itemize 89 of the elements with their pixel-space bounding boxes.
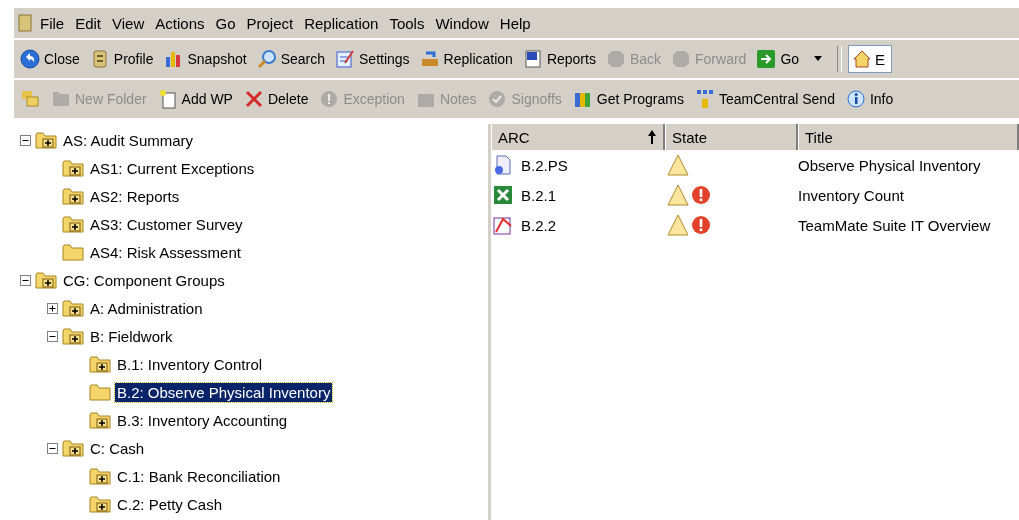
tree-item[interactable]: B.1: Inventory Control bbox=[115, 354, 265, 374]
folder-plus-icon bbox=[89, 354, 111, 374]
collapse-icon bbox=[20, 134, 31, 146]
new-page-icon bbox=[157, 89, 178, 109]
toolbar-button[interactable]: Profile bbox=[87, 49, 156, 69]
toolbar-button[interactable]: Replication bbox=[417, 49, 515, 69]
exclamation-circle-icon bbox=[319, 89, 340, 109]
folder-plus-icon bbox=[62, 298, 84, 318]
toolbar-button[interactable]: Get Programs bbox=[570, 89, 686, 109]
menu-item[interactable]: Edit bbox=[72, 14, 105, 32]
tree-item[interactable]: AS4: Risk Assessment bbox=[88, 242, 243, 262]
exclamation-icon bbox=[691, 215, 711, 235]
collapse-icon bbox=[47, 442, 58, 454]
collapse-icon bbox=[47, 330, 58, 342]
menu-item[interactable]: Go bbox=[212, 14, 239, 32]
folders-icon bbox=[20, 89, 40, 109]
address-field[interactable]: E bbox=[848, 45, 893, 73]
word-document-icon bbox=[522, 49, 543, 69]
expand-icon bbox=[47, 302, 58, 314]
tree-item[interactable]: C.2: Petty Cash bbox=[115, 494, 225, 514]
folder-icon bbox=[51, 89, 71, 109]
toolbar-button[interactable]: Snapshot bbox=[161, 49, 249, 69]
tree-item[interactable]: C.1: Bank Reconciliation bbox=[115, 466, 283, 486]
tree-item[interactable]: B.3: Inventory Accounting bbox=[115, 410, 290, 430]
folder-plus-icon bbox=[62, 186, 84, 206]
column-header[interactable]: State bbox=[665, 124, 798, 150]
tree-item[interactable]: B: Fieldwork bbox=[88, 326, 175, 346]
tree-item[interactable]: AS3: Customer Survey bbox=[88, 214, 245, 234]
tree-item[interactable]: C: Cash bbox=[88, 438, 147, 458]
table-cell: B.2.PS bbox=[521, 156, 568, 174]
column-header[interactable]: Title bbox=[798, 124, 1019, 150]
folder-plus-icon bbox=[35, 270, 57, 290]
octagon-icon bbox=[605, 49, 626, 69]
toolbar-button[interactable]: Close bbox=[18, 49, 82, 69]
table-cell-text: Observe Physical Inventory bbox=[798, 156, 982, 174]
network-icon bbox=[694, 89, 715, 109]
form-edit-icon bbox=[335, 49, 355, 69]
column-header[interactable]: ARC bbox=[491, 124, 665, 150]
menu-item[interactable]: Window bbox=[432, 14, 492, 32]
table-cell: B.2.1 bbox=[521, 186, 557, 204]
folder-plus-icon bbox=[62, 438, 84, 458]
arrow-right-icon bbox=[756, 49, 777, 69]
folder-plus-icon bbox=[62, 158, 84, 178]
menu-item[interactable]: Help bbox=[496, 14, 534, 32]
warning-triangle-icon bbox=[667, 214, 689, 236]
folder-icon bbox=[62, 242, 84, 262]
toolbar-button[interactable]: Settings bbox=[333, 49, 412, 69]
toolbar-button[interactable]: Delete bbox=[241, 89, 311, 109]
menu-item[interactable]: File bbox=[37, 14, 68, 32]
table-cell: B.2.2 bbox=[521, 216, 557, 234]
tree-item[interactable]: B.2: Observe Physical Inventory bbox=[115, 382, 333, 402]
tree-item[interactable]: A: Administration bbox=[88, 298, 205, 318]
folder-plus-icon bbox=[35, 130, 57, 150]
table-cell-text: TeamMate Suite IT Overview bbox=[798, 216, 992, 234]
toolbar-button[interactable]: Info bbox=[843, 89, 896, 109]
clipboard-icon bbox=[18, 13, 32, 33]
toolbar-button[interactable]: Add WP bbox=[155, 89, 235, 109]
folder-plus-icon bbox=[62, 326, 84, 346]
delete-icon bbox=[243, 89, 264, 109]
menu-item[interactable]: Actions bbox=[152, 14, 208, 32]
menu-item[interactable]: Project bbox=[243, 14, 297, 32]
warning-triangle-icon bbox=[667, 154, 689, 176]
folder-plus-icon bbox=[89, 466, 111, 486]
folder-plus-icon bbox=[89, 410, 111, 430]
sort-arrow-up-icon bbox=[647, 129, 657, 145]
tree-item[interactable]: AS2: Reports bbox=[88, 186, 182, 206]
tree-item[interactable]: AS: Audit Summary bbox=[61, 130, 196, 150]
toolbar-button[interactable]: Reports bbox=[520, 49, 598, 69]
collapse-icon bbox=[20, 274, 31, 286]
info-icon bbox=[845, 89, 866, 109]
menu-item[interactable]: View bbox=[109, 14, 148, 32]
menu-item[interactable]: Tools bbox=[386, 14, 428, 32]
warning-triangle-icon bbox=[667, 184, 689, 206]
table-cell-text: Inventory Count bbox=[798, 186, 905, 204]
exclamation-icon bbox=[691, 185, 711, 205]
octagon-icon bbox=[671, 49, 692, 69]
folder-icon bbox=[89, 382, 111, 402]
folder-plus-icon bbox=[89, 494, 111, 514]
toolbar-button[interactable]: Go bbox=[754, 49, 826, 69]
tree-item[interactable]: AS1: Current Exceptions bbox=[88, 158, 257, 178]
check-circle-icon bbox=[487, 89, 508, 109]
menu-item[interactable]: Replication bbox=[301, 14, 382, 32]
toolbar-button[interactable]: Search bbox=[254, 49, 327, 69]
toolbar-button[interactable]: TeamCentral Send bbox=[692, 89, 837, 109]
search-icon bbox=[256, 49, 277, 69]
tree-item[interactable]: CG: Component Groups bbox=[61, 270, 227, 290]
spreadsheet-icon bbox=[493, 185, 513, 205]
home-icon bbox=[852, 49, 873, 69]
folder-plus-icon bbox=[62, 214, 84, 234]
